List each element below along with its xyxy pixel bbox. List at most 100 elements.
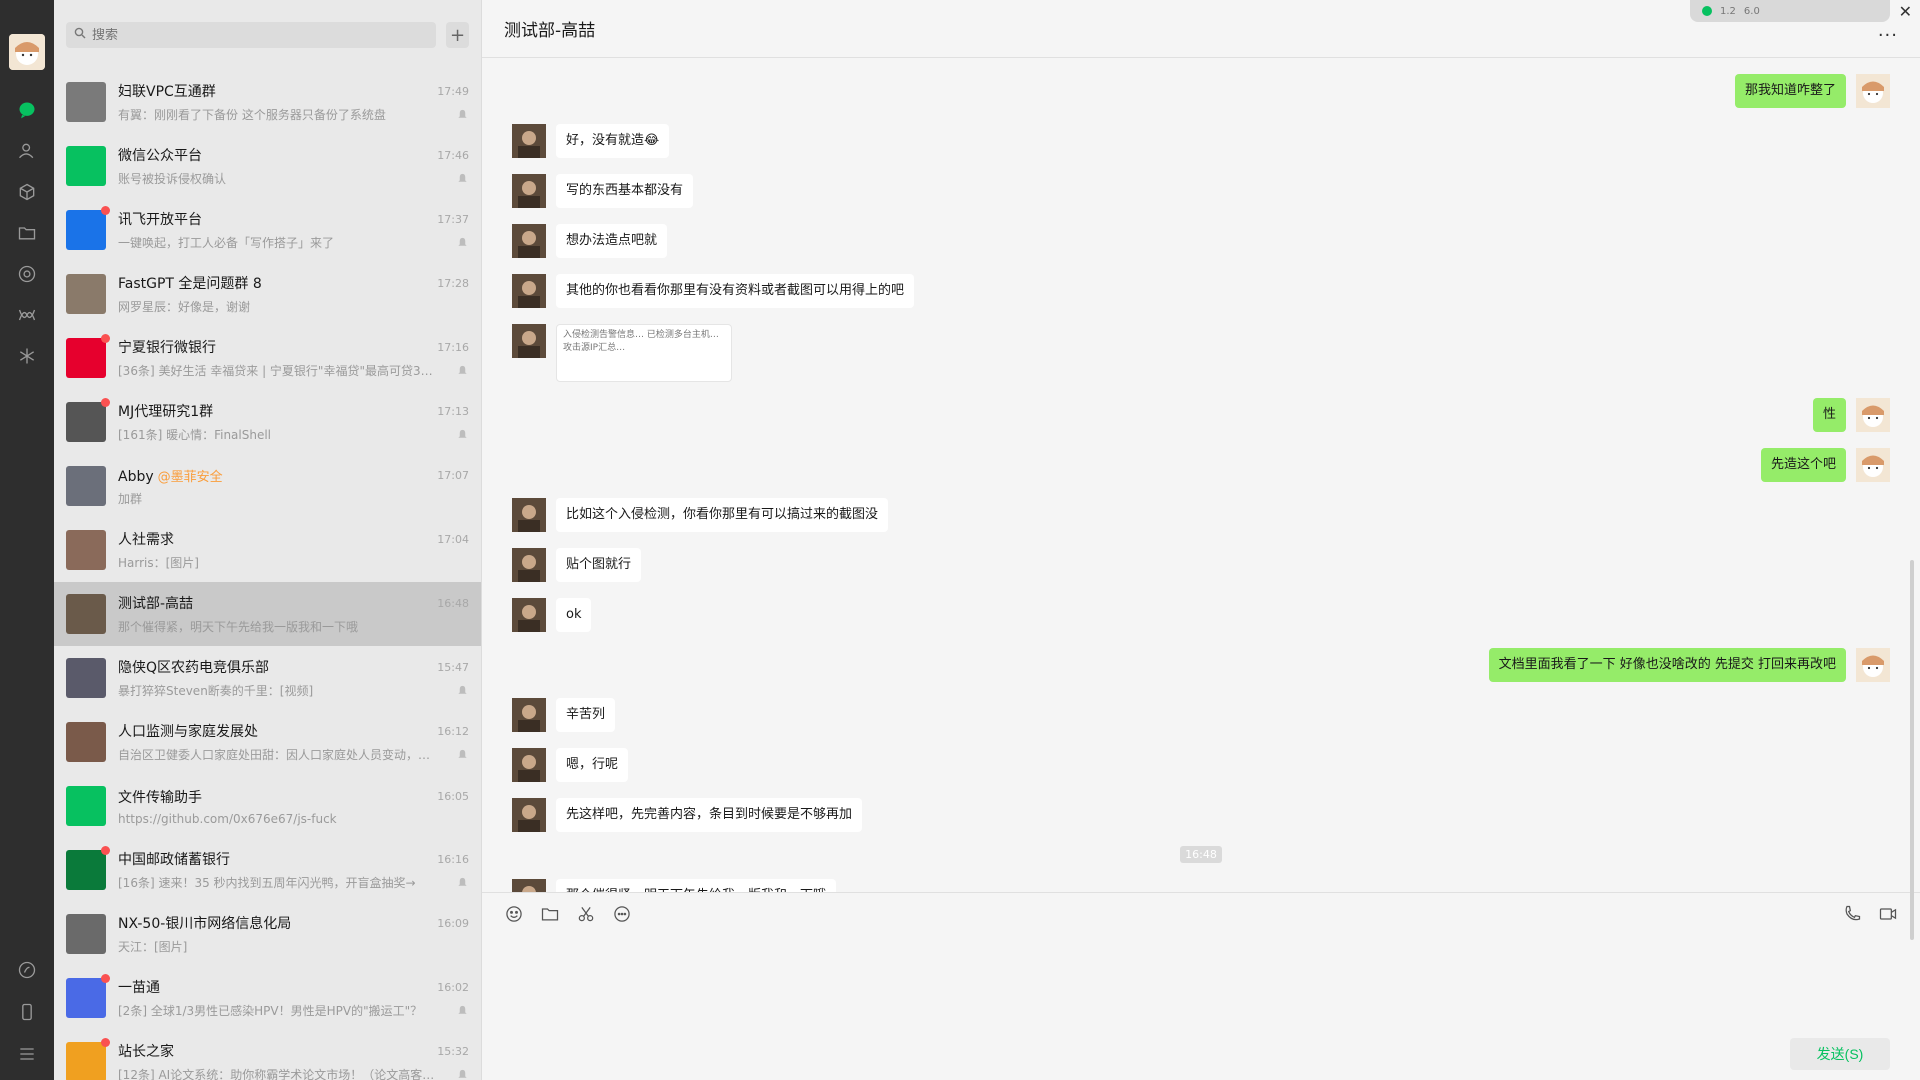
their-message[interactable]: 那个催得紧，明天下午先给我一版我和一下哦 (512, 879, 1890, 892)
contact-avatar[interactable] (512, 274, 546, 308)
chat-list: 妇联VPC互通群 17:49 有翼：刚刚看了下备份 这个服务器只备份了系统盘 微信公众… (54, 70, 481, 1080)
favorites-icon[interactable] (15, 180, 39, 204)
chat-preview: Harris：[图片] (118, 556, 199, 570)
chat-list-item[interactable]: 中国邮政储蓄银行 16:16 [16条] 速来！35 秒内找到五周年闪光鸭，开盲盒抽… (54, 838, 481, 902)
mute-icon (457, 749, 469, 761)
chat-tag: @墨菲安全 (157, 469, 223, 485)
send-button[interactable]: 发送(S) (1790, 1038, 1890, 1070)
their-message[interactable]: 想办法造点吧就 (512, 224, 1890, 258)
chat-history-icon[interactable] (612, 904, 632, 928)
chat-list-item[interactable]: 站长之家 15:32 [12条] AI论文系统：助你称霸学术论文市场！（论文高客单.… (54, 1030, 481, 1080)
chat-avatar (66, 274, 106, 314)
contact-avatar[interactable] (512, 498, 546, 532)
message-bubble: 文档里面我看了一下 好像也没啥改的 先提交 打回来再改吧 (1488, 648, 1846, 682)
their-message[interactable]: 贴个图就行 (512, 548, 1890, 582)
menu-icon[interactable] (15, 1042, 39, 1066)
chat-list-item[interactable]: 人社需求 17:04 Harris：[图片] (54, 518, 481, 582)
unread-dot (101, 206, 110, 215)
their-message[interactable]: 入侵检测告警信息… 已检测多台主机… 攻击源IP汇总… (512, 324, 1890, 382)
chat-preview: 自治区卫健委人口家庭处田甜：因人口家庭处人员变动，这... (118, 748, 438, 762)
message-list[interactable]: 那我知道咋整了好，没有就造😂 写的东西基本都没有 想办法造点吧就 其他的你也看看你那里… (482, 58, 1920, 892)
message-input[interactable] (482, 938, 1920, 1028)
moments-icon[interactable] (15, 262, 39, 286)
chat-list-item[interactable]: 讯飞开放平台 17:37 一键唤起，打工人必备「写作搭子」来了 (54, 198, 481, 262)
chat-list-item[interactable]: 人口监测与家庭发展处 16:12 自治区卫健委人口家庭处田甜：因人口家庭处人员变动，… (54, 710, 481, 774)
file-icon[interactable] (540, 904, 560, 928)
contacts-icon[interactable] (15, 139, 39, 163)
my-avatar[interactable] (1856, 74, 1890, 108)
channels-icon[interactable] (15, 303, 39, 327)
search-box[interactable] (66, 22, 436, 48)
chat-preview: https://github.com/0x676e67/js-fuck (118, 811, 337, 826)
their-message[interactable]: 好，没有就造😂 (512, 124, 1890, 158)
mini-programs-icon[interactable] (15, 344, 39, 368)
chat-list-item[interactable]: 文件传输助手 16:05 https://github.com/0x676e67/j… (54, 774, 481, 838)
their-message[interactable]: 嗯，行呢 (512, 748, 1890, 782)
chat-title: 测试部-高喆 (504, 21, 596, 41)
chat-nav-icon[interactable] (15, 98, 39, 122)
widget-value-1: 1.2 (1720, 5, 1736, 17)
message-bubble: 那我知道咋整了 (1734, 74, 1846, 108)
chat-time: 16:05 (437, 790, 469, 803)
contact-avatar[interactable] (512, 548, 546, 582)
their-message[interactable]: 比如这个入侵检测，你看你那里有可以搞过来的截图没 (512, 498, 1890, 532)
chat-list-item[interactable]: 微信公众平台 17:46 账号被投诉侵权确认 (54, 134, 481, 198)
chat-avatar (66, 146, 106, 186)
search-input[interactable] (92, 27, 412, 43)
chat-list-item[interactable]: FastGPT 全是问题群 8 17:28 网罗星辰：好像是，谢谢 (54, 262, 481, 326)
chat-name: 微信公众平台 (118, 148, 202, 164)
chat-list-item[interactable]: Abby @墨菲安全 17:07 加群 (54, 454, 481, 518)
chat-time: 17:49 (437, 84, 469, 98)
chat-avatar (66, 846, 110, 890)
contact-avatar[interactable] (512, 598, 546, 632)
their-message[interactable]: 先这样吧，先完善内容，条目到时候要是不够再加 (512, 798, 1890, 832)
my-message[interactable]: 那我知道咋整了 (512, 74, 1890, 108)
chat-list-item[interactable]: 隐侠Q区农药电竞俱乐部 15:47 暴打猝猝Steven断奏的千里：[视频] (54, 646, 481, 710)
chat-list-item[interactable]: 妇联VPC互通群 17:49 有翼：刚刚看了下备份 这个服务器只备份了系统盘 (54, 70, 481, 134)
my-avatar[interactable] (1856, 648, 1890, 682)
their-message[interactable]: 写的东西基本都没有 (512, 174, 1890, 208)
chat-preview: 天江：[图片] (118, 940, 188, 954)
chat-list-item[interactable]: MJ代理研究1群 17:13 [161条] 暖心情：FinalShell (54, 390, 481, 454)
message-bubble: ok (556, 598, 592, 632)
chat-list-item[interactable]: 宁夏银行微银行 17:16 [36条] 美好生活 幸福贷来 | 宁夏银行"幸福贷"最… (54, 326, 481, 390)
contact-avatar[interactable] (512, 324, 546, 358)
my-avatar[interactable] (1856, 398, 1890, 432)
chat-list-item[interactable]: NX-50-银川市网络信息化局 16:09 天江：[图片] (54, 902, 481, 966)
contact-avatar[interactable] (512, 798, 546, 832)
contact-avatar[interactable] (512, 224, 546, 258)
status-dot-icon (1702, 6, 1712, 16)
my-message[interactable]: 文档里面我看了一下 好像也没啥改的 先提交 打回来再改吧 (512, 648, 1890, 682)
my-avatar[interactable] (9, 34, 45, 70)
phone-icon[interactable] (15, 1000, 39, 1024)
video-call-icon[interactable] (1878, 904, 1898, 928)
mini-program-panel-icon[interactable] (15, 958, 39, 982)
chat-time: 17:28 (437, 276, 469, 290)
my-avatar[interactable] (1856, 448, 1890, 482)
more-options-button[interactable]: ··· (1878, 25, 1898, 46)
add-chat-button[interactable]: + (446, 22, 469, 48)
network-widget[interactable]: 1.2 6.0 (1690, 0, 1890, 22)
emoji-icon[interactable] (504, 904, 524, 928)
screenshot-icon[interactable] (576, 904, 596, 928)
folder-icon[interactable] (15, 221, 39, 245)
chat-list-item[interactable]: 一苗通 16:02 [2条] 全球1/3男性已感染HPV！男性是HPV的"搬运工"？ (54, 966, 481, 1030)
chat-list-item[interactable]: 测试部-高喆 16:48 那个催得紧，明天下午先给我一版我和一下哦 (54, 582, 481, 646)
their-message[interactable]: ok (512, 598, 1890, 632)
chat-time: 17:04 (437, 532, 469, 546)
their-message[interactable]: 其他的你也看看你那里有没有资料或者截图可以用得上的吧 (512, 274, 1890, 308)
voice-call-icon[interactable] (1842, 904, 1862, 928)
window-close-button[interactable]: ✕ (1899, 2, 1912, 21)
image-message[interactable]: 入侵检测告警信息… 已检测多台主机… 攻击源IP汇总… (556, 324, 732, 382)
contact-avatar[interactable] (512, 174, 546, 208)
contact-avatar[interactable] (512, 879, 546, 892)
my-message[interactable]: 先造这个吧 (512, 448, 1890, 482)
message-scrollbar[interactable] (1910, 560, 1914, 940)
contact-avatar[interactable] (512, 124, 546, 158)
contact-avatar[interactable] (512, 698, 546, 732)
contact-avatar[interactable] (512, 748, 546, 782)
chat-preview: 暴打猝猝Steven断奏的千里：[视频] (118, 684, 314, 698)
their-message[interactable]: 辛苦列 (512, 698, 1890, 732)
chat-name: 文件传输助手 (118, 789, 202, 806)
my-message[interactable]: 性 (512, 398, 1890, 432)
